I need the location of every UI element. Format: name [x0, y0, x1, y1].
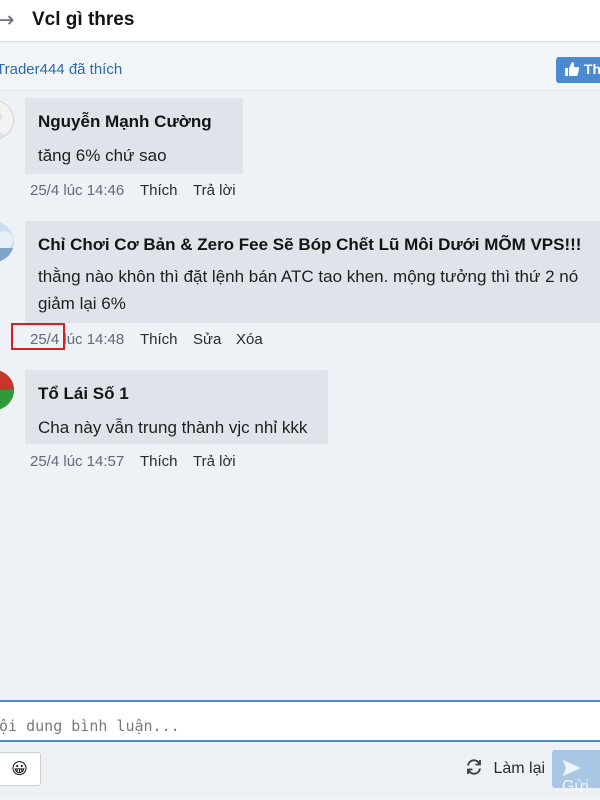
reply-button[interactable]: Trả lời	[193, 453, 236, 470]
avatar[interactable]	[0, 100, 14, 140]
send-button[interactable]: Gửi	[552, 750, 600, 795]
composer-toolbar: 😀 Làm lại Gửi	[0, 744, 600, 796]
thumbs-up-icon	[565, 62, 580, 76]
send-icon	[563, 760, 581, 776]
highlight-box	[11, 323, 65, 350]
like-comment-button[interactable]: Thích	[140, 182, 178, 199]
comment-composer: 😀 Làm lại Gửi	[0, 700, 600, 800]
comment-author[interactable]: Nguyễn Mạnh Cường	[38, 112, 212, 132]
reset-button[interactable]: Làm lại	[465, 758, 545, 778]
comment-author[interactable]: Chỉ Chơi Cơ Bản & Zero Fee Sẽ Bóp Chết L…	[38, 235, 581, 255]
liked-by-text[interactable]: Trader444 đã thích	[0, 61, 122, 78]
refresh-icon	[467, 759, 481, 775]
like-comment-button[interactable]: Thích	[140, 453, 178, 470]
thread-header: → Vcl gì thres	[0, 0, 600, 42]
avatar[interactable]	[0, 222, 14, 262]
thread-title: Vcl gì thres	[32, 9, 135, 30]
emoji-button[interactable]: 😀	[0, 752, 41, 786]
comment-input[interactable]	[0, 700, 600, 742]
edit-button[interactable]: Sửa	[193, 331, 221, 348]
comment-author[interactable]: Tổ Lái Số 1	[38, 384, 129, 404]
avatar[interactable]	[0, 370, 14, 410]
comment-bubble: Nguyễn Mạnh Cường tăng 6% chứ sao	[25, 98, 243, 174]
comment-bubble: Chỉ Chơi Cơ Bản & Zero Fee Sẽ Bóp Chết L…	[25, 221, 600, 323]
delete-button[interactable]: Xóa	[236, 331, 263, 348]
send-label: Gửi	[562, 778, 589, 795]
arrow-right-icon[interactable]: →	[0, 8, 14, 33]
comment-text: thằng nào khôn thì đặt lệnh bán ATC tao …	[38, 267, 579, 313]
like-bar: Trader444 đã thích Th	[0, 43, 600, 91]
like-button-label: Th	[583, 61, 600, 77]
like-comment-button[interactable]: Thích	[140, 331, 178, 348]
reply-button[interactable]: Trả lời	[193, 182, 236, 199]
like-button[interactable]: Th	[556, 57, 600, 83]
reset-label: Làm lại	[493, 760, 546, 777]
comment-text: Cha này vẫn trung thành vjc nhỉ kkk	[38, 418, 308, 437]
comment-text: tăng 6% chứ sao	[38, 146, 167, 165]
comment-bubble: Tổ Lái Số 1 Cha này vẫn trung thành vjc …	[25, 370, 328, 444]
comment-time[interactable]: 25/4 lúc 14:57	[30, 453, 124, 470]
smiley-icon: 😀	[11, 759, 28, 778]
comment-time[interactable]: 25/4 lúc 14:46	[30, 182, 124, 199]
